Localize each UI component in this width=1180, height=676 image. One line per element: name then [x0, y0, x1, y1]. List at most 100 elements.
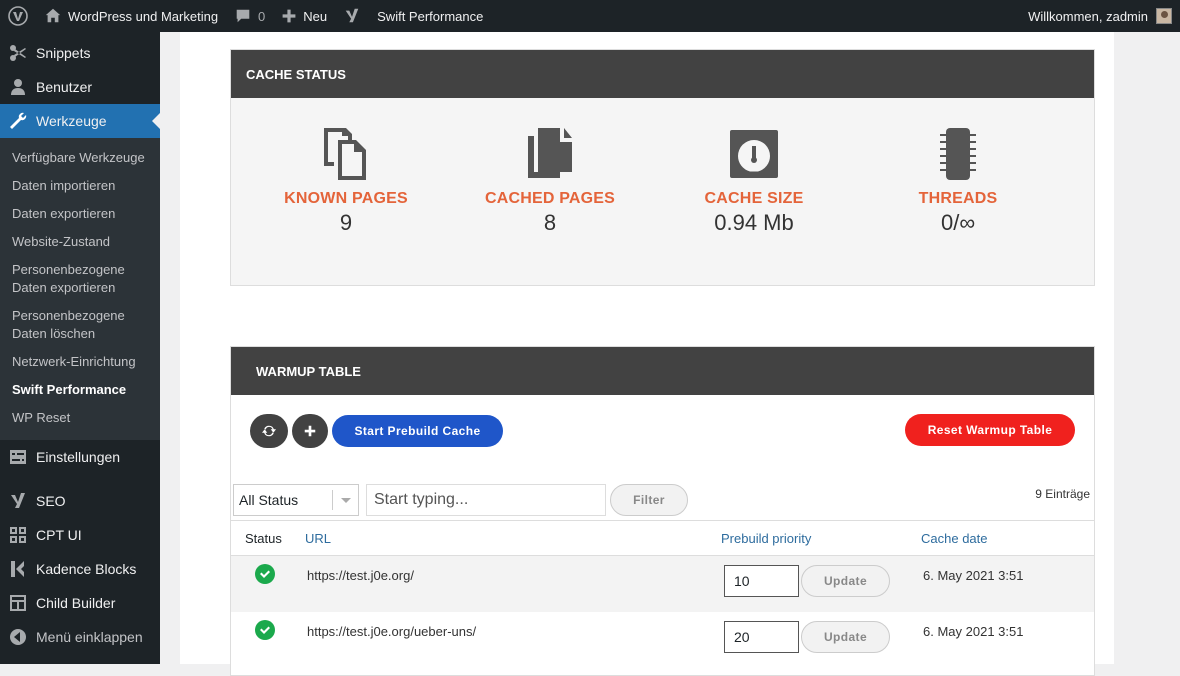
new-content-link[interactable]: Neu — [273, 0, 335, 32]
priority-input[interactable]: 10 — [724, 565, 799, 597]
werkzeuge-submenu: Verfügbare Werkzeuge Daten importieren D… — [0, 138, 160, 440]
sidebar-item-benutzer[interactable]: Benutzer — [0, 70, 160, 104]
admin-bar: WordPress und Marketing 0 Neu Swift Perf… — [0, 0, 1180, 32]
user-account-menu[interactable]: Willkommen, zadmin — [1020, 0, 1180, 32]
wordpress-logo-button[interactable] — [0, 0, 36, 32]
sidebar-item-werkzeuge[interactable]: Werkzeuge — [0, 104, 160, 138]
sidebar-item-label: Child Builder — [36, 595, 116, 611]
plus-icon — [282, 9, 296, 23]
yoast-menu-button[interactable] — [335, 0, 369, 32]
search-placeholder: Start typing... — [374, 491, 469, 508]
sidebar-item-label: Werkzeuge — [36, 113, 107, 129]
stat-value: 8 — [543, 210, 557, 235]
cache-status-panel: CACHE STATUS KNOWN PAGES 9 CACHED PAGES … — [230, 49, 1095, 286]
stat-value: 0.94 Mb — [714, 210, 794, 235]
submenu-netzwerk-einrichtung[interactable]: Netzwerk-Einrichtung — [0, 348, 160, 376]
cache-stats: KNOWN PAGES 9 CACHED PAGES 8 CACHE SIZE … — [231, 98, 1094, 236]
check-circle-icon — [255, 564, 275, 584]
update-button[interactable]: Update — [801, 565, 890, 597]
copy-icon — [324, 128, 366, 180]
filter-button[interactable]: Filter — [610, 484, 688, 516]
stat-cache-size: CACHE SIZE 0.94 Mb — [652, 126, 856, 236]
submenu-swift-performance[interactable]: Swift Performance — [0, 376, 160, 404]
sidebar-item-label: CPT UI — [36, 527, 82, 543]
wordpress-icon — [8, 6, 28, 26]
welcome-text: Willkommen, zadmin — [1028, 8, 1148, 24]
sidebar-item-label: Kadence Blocks — [36, 561, 137, 577]
wrench-icon — [10, 112, 27, 129]
main-content: CACHE STATUS KNOWN PAGES 9 CACHED PAGES … — [180, 32, 1114, 676]
avatar — [1156, 8, 1172, 24]
sidebar-item-label: SEO — [36, 493, 66, 509]
submenu-verfuegbare-werkzeuge[interactable]: Verfügbare Werkzeuge — [0, 144, 160, 172]
sidebar-item-kadence-blocks[interactable]: Kadence Blocks — [0, 552, 160, 586]
submenu-personenbezogene-daten-exportieren[interactable]: Personenbezogene Daten exportieren — [0, 256, 160, 302]
stat-label: CACHED PAGES — [484, 190, 616, 207]
row-cache-date: 6. May 2021 3:51 — [923, 624, 1024, 639]
status-filter-select[interactable]: All Status — [233, 484, 359, 516]
search-input[interactable]: Start typing... — [366, 484, 606, 516]
start-prebuild-cache-button[interactable]: Start Prebuild Cache — [332, 415, 503, 447]
chevron-down-icon — [332, 490, 358, 510]
sidebar-item-label: Menü einklappen — [36, 629, 143, 645]
table-row: https://test.j0e.org/ueber-uns/ 20 Updat… — [231, 612, 1094, 668]
collapse-menu-button[interactable]: Menü einklappen — [0, 620, 160, 654]
comments-link[interactable]: 0 — [226, 0, 273, 32]
refresh-icon — [262, 425, 276, 437]
layout-icon — [10, 595, 26, 611]
sidebar-item-label: Benutzer — [36, 79, 93, 95]
update-button[interactable]: Update — [801, 621, 890, 653]
stat-value: 0/∞ — [940, 210, 976, 235]
priority-input[interactable]: 20 — [724, 621, 799, 653]
refresh-button[interactable] — [250, 414, 288, 448]
sidebar-item-cpt-ui[interactable]: CPT UI — [0, 518, 160, 552]
row-url: https://test.j0e.org/ueber-uns/ — [307, 624, 477, 639]
plus-icon — [304, 425, 316, 437]
column-prebuild-priority[interactable]: Prebuild priority — [721, 531, 811, 546]
column-cache-date[interactable]: Cache date — [921, 531, 988, 546]
scissors-icon — [10, 45, 26, 61]
stat-threads: THREADS 0/∞ — [856, 126, 1060, 236]
swift-performance-label: Swift Performance — [377, 8, 484, 24]
submenu-daten-exportieren[interactable]: Daten exportieren — [0, 200, 160, 228]
warmup-table-title: WARMUP TABLE — [231, 347, 1094, 395]
submenu-wp-reset[interactable]: WP Reset — [0, 404, 160, 432]
stat-value: 9 — [339, 210, 353, 235]
site-name-link[interactable]: WordPress und Marketing — [36, 0, 226, 32]
sidebar-item-child-builder[interactable]: Child Builder — [0, 586, 160, 620]
yoast-icon — [345, 8, 359, 23]
stat-label: THREADS — [918, 190, 998, 207]
sidebar-item-label: Einstellungen — [36, 449, 121, 465]
row-cache-date: 6. May 2021 3:51 — [923, 568, 1024, 583]
status-select-value: All Status — [239, 492, 299, 508]
cache-status-title: CACHE STATUS — [231, 50, 1094, 98]
check-circle-icon — [255, 620, 275, 640]
add-url-button[interactable] — [292, 414, 328, 448]
sliders-icon — [10, 450, 26, 464]
submenu-website-zustand[interactable]: Website-Zustand — [0, 228, 160, 256]
row-url: https://test.j0e.org/ — [307, 568, 414, 583]
column-url[interactable]: URL — [305, 531, 331, 546]
swift-performance-link[interactable]: Swift Performance — [369, 0, 491, 32]
submenu-personenbezogene-daten-loeschen[interactable]: Personenbezogene Daten löschen — [0, 302, 160, 348]
sidebar-item-snippets[interactable]: Snippets — [0, 36, 160, 70]
sidebar-item-seo[interactable]: SEO — [0, 484, 160, 518]
files-icon — [528, 128, 572, 178]
admin-sidebar: Snippets Benutzer Werkzeuge Verfügbare W… — [0, 32, 160, 664]
gauge-icon — [730, 130, 778, 178]
comments-count: 0 — [258, 8, 266, 24]
warmup-table-panel: WARMUP TABLE Start Prebuild Cache Reset … — [230, 346, 1095, 676]
table-header: Status URL Prebuild priority Cache date — [231, 520, 1094, 556]
chip-icon — [940, 128, 976, 180]
collapse-icon — [10, 629, 26, 645]
sidebar-item-einstellungen[interactable]: Einstellungen — [0, 440, 160, 474]
home-icon — [45, 8, 61, 23]
yoast-icon — [11, 493, 25, 508]
stat-label: CACHE SIZE — [704, 190, 804, 207]
reset-warmup-table-button[interactable]: Reset Warmup Table — [905, 414, 1075, 446]
kadence-icon — [11, 561, 24, 577]
comment-icon — [236, 9, 250, 23]
submenu-daten-importieren[interactable]: Daten importieren — [0, 172, 160, 200]
user-icon — [11, 79, 25, 95]
site-name: WordPress und Marketing — [68, 8, 219, 24]
